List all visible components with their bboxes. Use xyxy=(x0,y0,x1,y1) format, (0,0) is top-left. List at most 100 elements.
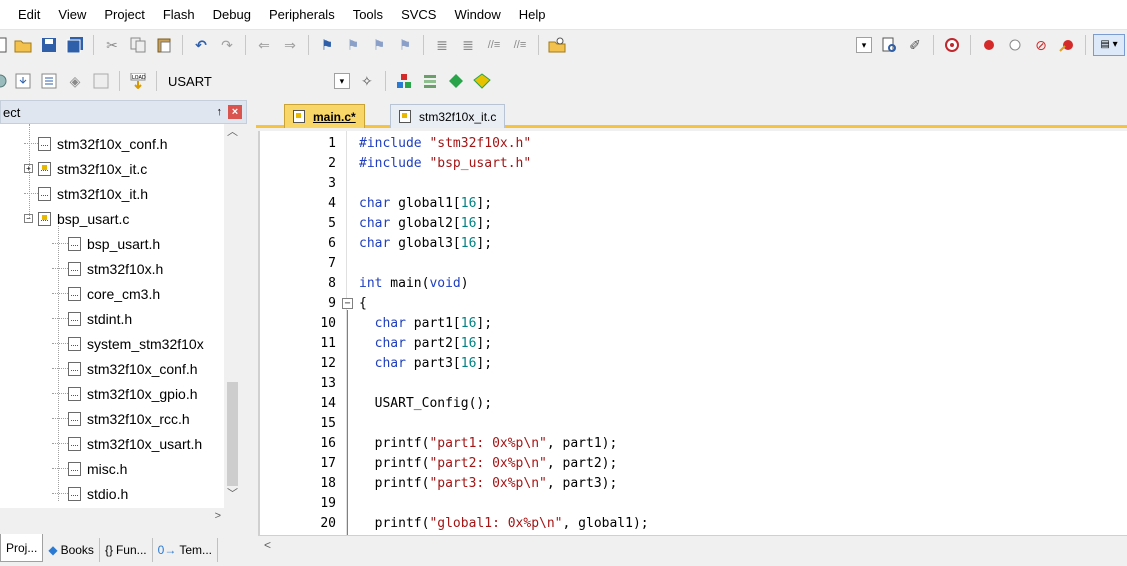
scroll-left-icon[interactable]: < xyxy=(264,536,271,554)
pin-icon[interactable]: ↑ xyxy=(217,106,223,118)
code-line[interactable]: 4 char global1[16]; xyxy=(260,194,1127,214)
tree-item[interactable]: − bsp_usart.c xyxy=(24,206,129,231)
menu-edit[interactable]: Edit xyxy=(0,0,49,30)
project-tab[interactable]: 0→ Tem... xyxy=(152,538,218,562)
options-icon[interactable] xyxy=(0,70,8,92)
code-line[interactable]: 2 #include "bsp_usart.h" xyxy=(260,154,1127,174)
project-tab[interactable]: Proj... xyxy=(0,534,44,562)
find-icon[interactable] xyxy=(878,34,900,56)
menu-project[interactable]: Project xyxy=(95,0,153,30)
file-extensions-icon[interactable] xyxy=(419,70,441,92)
menu-view[interactable]: View xyxy=(49,0,95,30)
pack-installer-icon[interactable] xyxy=(471,70,493,92)
next-bookmark-icon[interactable]: ⚑ xyxy=(368,34,390,56)
menu-tools[interactable]: Tools xyxy=(344,0,392,30)
scroll-up-icon[interactable]: ︿ xyxy=(224,124,241,141)
code-line[interactable]: 13 xyxy=(260,374,1127,394)
tree-item[interactable]: stm32f10x_gpio.h xyxy=(52,381,198,406)
code-line[interactable]: 14 USART_Config(); xyxy=(260,394,1127,414)
menu-help[interactable]: Help xyxy=(510,0,555,30)
menu-flash[interactable]: Flash xyxy=(154,0,204,30)
cut-icon[interactable]: ✂ xyxy=(101,34,123,56)
enable-breakpoint-icon[interactable] xyxy=(1004,34,1026,56)
unindent-icon[interactable]: ≣ xyxy=(457,34,479,56)
tree-item[interactable]: core_cm3.h xyxy=(52,281,160,306)
tree-item[interactable]: stm32f10x_rcc.h xyxy=(52,406,190,431)
tree-item[interactable]: stm32f10x_conf.h xyxy=(24,131,168,156)
new-file-icon[interactable] xyxy=(0,34,8,56)
manage-components-icon[interactable] xyxy=(393,70,415,92)
clear-bookmarks-icon[interactable]: ⚑ xyxy=(394,34,416,56)
code-line[interactable]: 1 #include "stm32f10x.h" xyxy=(260,134,1127,154)
code-line[interactable]: 3 xyxy=(260,174,1127,194)
scroll-right-icon[interactable]: > xyxy=(215,508,221,525)
debug-session-icon[interactable] xyxy=(941,34,963,56)
target-options-icon[interactable]: ✧ xyxy=(356,70,378,92)
project-tree-vertical-scrollbar[interactable]: ︿ ﹀ xyxy=(224,124,241,508)
code-editor[interactable]: 1 #include "stm32f10x.h" 2 #include "bsp_us… xyxy=(258,131,1127,535)
save-icon[interactable] xyxy=(38,34,60,56)
insert-breakpoint-icon[interactable] xyxy=(978,34,1000,56)
tab-main-c[interactable]: main.c* xyxy=(284,104,365,128)
scroll-down-icon[interactable]: ﹀ xyxy=(224,486,241,503)
code-line[interactable]: 15 xyxy=(260,414,1127,434)
editor-horizontal-scrollbar[interactable]: < xyxy=(258,535,1127,554)
window-layout-icon[interactable]: ▤ ▾ xyxy=(1093,34,1125,56)
find-combo-dropdown[interactable]: ▾ xyxy=(856,37,872,53)
scroll-thumb[interactable] xyxy=(227,382,238,486)
code-line[interactable]: 16 printf("part1: 0x%p\n", part1); xyxy=(260,434,1127,454)
tree-item[interactable]: stm32f10x.h xyxy=(52,256,163,281)
menu-svcs[interactable]: SVCS xyxy=(392,0,445,30)
find-in-files-icon[interactable] xyxy=(546,34,568,56)
tab-stm32f10x-it-c[interactable]: stm32f10x_it.c xyxy=(390,104,506,128)
nav-forward-icon[interactable]: ⇒ xyxy=(279,34,301,56)
code-line[interactable]: 19 xyxy=(260,494,1127,514)
code-line[interactable]: 6 char global3[16]; xyxy=(260,234,1127,254)
translate-icon[interactable] xyxy=(12,70,34,92)
tree-item[interactable]: stdint.h xyxy=(52,306,132,331)
menu-debug[interactable]: Debug xyxy=(204,0,260,30)
code-line[interactable]: 8 int main(void) xyxy=(260,274,1127,294)
tree-item[interactable]: + stm32f10x_it.c xyxy=(24,156,147,181)
disable-breakpoints-icon[interactable]: ⊘ xyxy=(1030,34,1052,56)
nav-back-icon[interactable]: ⇐ xyxy=(253,34,275,56)
tree-item[interactable]: stm32f10x_usart.h xyxy=(52,431,202,456)
code-line[interactable]: 5 char global2[16]; xyxy=(260,214,1127,234)
incremental-find-icon[interactable]: ✐ xyxy=(904,34,926,56)
project-tab[interactable]: {} Fun... xyxy=(99,538,153,562)
code-line[interactable]: 18 printf("part3: 0x%p\n", part3); xyxy=(260,474,1127,494)
open-folder-icon[interactable] xyxy=(12,34,34,56)
uncomment-icon[interactable]: //≡ xyxy=(509,34,531,56)
project-tab[interactable]: ◆ Books xyxy=(43,538,100,562)
tree-item[interactable]: stm32f10x_conf.h xyxy=(52,356,198,381)
code-line[interactable]: 11 char part2[16]; xyxy=(260,334,1127,354)
indent-icon[interactable]: ≣ xyxy=(431,34,453,56)
tree-item[interactable]: system_stm32f10x xyxy=(52,331,204,356)
code-line[interactable]: 20 printf("global1: 0x%p\n", global1); xyxy=(260,514,1127,534)
tree-item[interactable]: misc.h xyxy=(52,456,127,481)
build-icon[interactable] xyxy=(38,70,60,92)
code-line[interactable]: 10 char part1[16]; xyxy=(260,314,1127,334)
save-all-icon[interactable] xyxy=(64,34,86,56)
code-line[interactable]: 9 {− xyxy=(260,294,1127,314)
code-line[interactable]: 7 xyxy=(260,254,1127,274)
code-line[interactable]: 12 char part3[16]; xyxy=(260,354,1127,374)
close-panel-icon[interactable]: × xyxy=(228,105,242,119)
undo-icon[interactable]: ↶ xyxy=(190,34,212,56)
copy-icon[interactable] xyxy=(127,34,149,56)
tree-item[interactable]: stm32f10x_it.h xyxy=(24,181,148,206)
code-line[interactable]: 17 printf("part2: 0x%p\n", part2); xyxy=(260,454,1127,474)
prev-bookmark-icon[interactable]: ⚑ xyxy=(342,34,364,56)
kill-breakpoints-icon[interactable] xyxy=(1056,34,1078,56)
paste-icon[interactable] xyxy=(153,34,175,56)
target-dropdown[interactable]: ▾ xyxy=(333,73,350,89)
batch-build-icon[interactable] xyxy=(90,70,112,92)
tree-item[interactable]: stdio.h xyxy=(52,481,128,506)
bookmark-icon[interactable]: ⚑ xyxy=(316,34,338,56)
fold-collapse-icon[interactable]: − xyxy=(342,298,353,309)
project-tree-horizontal-scrollbar[interactable]: > xyxy=(0,508,241,525)
tree-item[interactable]: bsp_usart.h xyxy=(52,231,160,256)
comment-icon[interactable]: //≡ xyxy=(483,34,505,56)
runtime-env-icon[interactable] xyxy=(445,70,467,92)
menu-window[interactable]: Window xyxy=(445,0,509,30)
